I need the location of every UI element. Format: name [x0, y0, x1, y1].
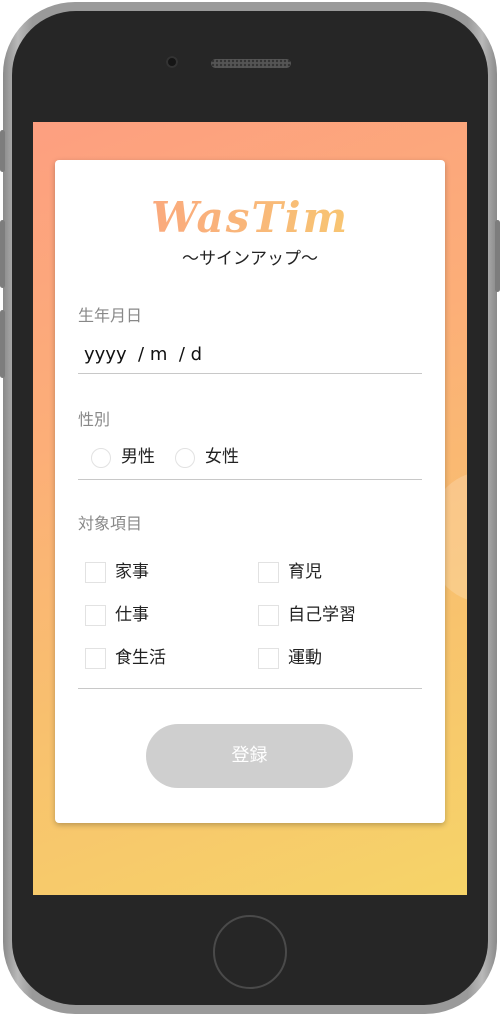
gender-label: 性別: [78, 410, 111, 429]
home-button[interactable]: [213, 915, 287, 989]
volume-up-button: [0, 220, 5, 288]
app-logo: WasTim: [55, 192, 445, 244]
gender-option-female-label: 女性: [205, 447, 239, 467]
speaker-grille: [211, 59, 291, 68]
power-button: [495, 220, 500, 292]
target-checkbox-childcare[interactable]: [258, 562, 279, 583]
targets-label: 対象項目: [78, 514, 143, 533]
birthdate-input[interactable]: yyyy / m / d: [78, 338, 422, 372]
target-checkbox-work[interactable]: [85, 605, 106, 626]
signup-card: WasTim ～サインアップ～ 生年月日 yyyy / m / d 性別 男性 …: [55, 160, 445, 823]
targets-underline: [78, 688, 422, 689]
target-label-exercise: 運動: [288, 648, 322, 668]
birthdate-underline: [78, 373, 422, 374]
gender-option-male-label: 男性: [121, 447, 155, 467]
app-screen: WasTim ～サインアップ～ 生年月日 yyyy / m / d 性別 男性 …: [33, 122, 467, 895]
target-checkbox-self-study[interactable]: [258, 605, 279, 626]
volume-down-button: [0, 310, 5, 378]
gender-radio-female[interactable]: [175, 448, 195, 468]
target-checkbox-housework[interactable]: [85, 562, 106, 583]
target-checkbox-diet[interactable]: [85, 648, 106, 669]
mute-switch: [0, 130, 5, 172]
page-subtitle: ～サインアップ～: [182, 249, 318, 269]
front-camera-icon: [166, 56, 178, 68]
register-button[interactable]: 登録: [146, 724, 353, 788]
target-label-work: 仕事: [115, 605, 149, 625]
target-label-self-study: 自己学習: [288, 605, 356, 625]
gender-radio-male[interactable]: [91, 448, 111, 468]
gender-underline: [78, 479, 422, 480]
birthdate-label: 生年月日: [78, 306, 143, 325]
target-label-housework: 家事: [115, 562, 149, 582]
target-checkbox-exercise[interactable]: [258, 648, 279, 669]
target-label-childcare: 育児: [288, 562, 322, 582]
target-label-diet: 食生活: [115, 648, 166, 668]
